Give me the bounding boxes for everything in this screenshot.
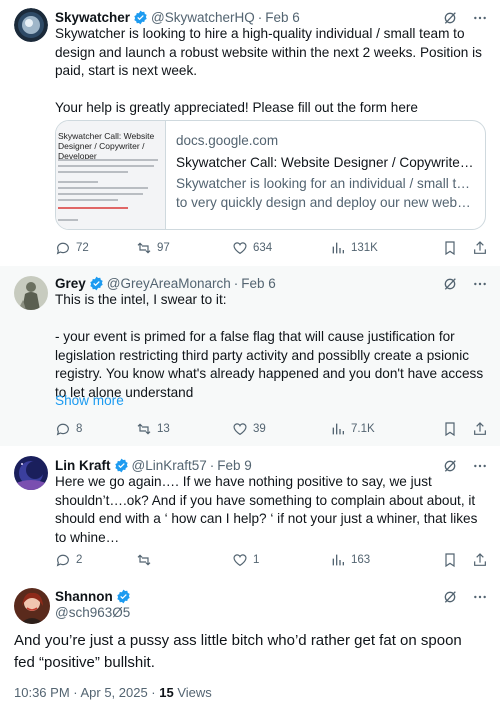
views-icon — [332, 242, 344, 254]
verified-badge-icon — [117, 589, 130, 604]
more-options-icon[interactable] — [472, 458, 488, 474]
repost-button[interactable] — [136, 552, 232, 568]
like-button[interactable]: 1 — [232, 552, 330, 568]
reply-count: 72 — [76, 242, 89, 254]
link-card-description: Skywatcher is looking for an individual … — [176, 176, 476, 210]
link-card-thumbnail: Skywatcher Call: Website Designer / Copy… — [56, 121, 166, 229]
views-count: 7.1K — [351, 423, 375, 435]
timestamp[interactable]: 10:36 PM · Apr 5, 2025 · — [14, 685, 159, 700]
date[interactable]: Feb 6 — [241, 276, 276, 291]
bookmark-icon[interactable] — [442, 240, 458, 256]
reply-icon — [56, 242, 69, 255]
heart-icon — [233, 554, 247, 567]
handle[interactable]: @sch963Ø5 — [55, 605, 130, 620]
display-name[interactable]: Skywatcher — [55, 10, 130, 25]
avatar[interactable] — [14, 8, 48, 42]
tweet-text: This is the intel, I swear to it: - your… — [55, 292, 484, 400]
reply-count: 8 — [76, 423, 83, 435]
thumbnail-title: Skywatcher Call: Website Designer / Copy… — [58, 131, 155, 161]
grok-icon[interactable] — [442, 10, 458, 26]
grok-icon[interactable] — [442, 589, 458, 605]
repost-icon — [137, 554, 151, 566]
repost-count: 13 — [157, 423, 170, 435]
reply-button[interactable]: 2 — [55, 552, 130, 568]
views-button[interactable]: 7.1K — [330, 421, 428, 437]
share-icon[interactable] — [472, 240, 488, 256]
repost-button[interactable]: 13 — [136, 421, 232, 437]
bookmark-icon[interactable] — [442, 552, 458, 568]
views-count: 131K — [351, 242, 378, 254]
share-icon[interactable] — [472, 421, 488, 437]
views-button[interactable]: 163 — [330, 552, 428, 568]
like-button[interactable]: 634 — [232, 240, 330, 256]
display-name[interactable]: Lin Kraft — [55, 458, 111, 473]
heart-icon — [233, 242, 247, 255]
handle[interactable]: @LinKraft57 — [132, 458, 207, 473]
tweet-text: Here we go again…. If we have nothing po… — [55, 474, 482, 545]
link-card-title: Skywatcher Call: Website Designer / Copy… — [176, 155, 476, 170]
more-options-icon[interactable] — [472, 10, 488, 26]
heart-icon — [233, 423, 247, 436]
repost-icon — [137, 242, 151, 254]
date[interactable]: Feb 9 — [217, 458, 252, 473]
views-button[interactable]: 131K — [330, 240, 428, 256]
more-options-icon[interactable] — [472, 276, 488, 292]
bookmark-icon[interactable] — [442, 421, 458, 437]
views-count: 163 — [351, 554, 371, 566]
display-name[interactable]: Shannon — [55, 589, 113, 604]
more-options-icon[interactable] — [472, 589, 488, 605]
like-count: 39 — [253, 423, 266, 435]
main-tweet-text: And you’re just a pussy ass little bitch… — [14, 632, 462, 671]
link-card-domain: docs.google.com — [176, 133, 279, 148]
views-count: 15 — [159, 685, 174, 700]
handle[interactable]: @GreyAreaMonarch — [107, 276, 231, 291]
repost-count: 97 — [157, 242, 170, 254]
main-tweet: Shannon @sch963Ø5 And you’re just a puss… — [0, 580, 500, 705]
reply-button[interactable]: 72 — [55, 240, 130, 256]
like-count: 634 — [253, 242, 273, 254]
avatar[interactable] — [14, 456, 48, 490]
views-icon — [332, 423, 344, 435]
tweet-text: Skywatcher is looking to hire a high-qua… — [55, 26, 482, 116]
reply-icon — [56, 423, 69, 436]
avatar[interactable] — [14, 588, 50, 624]
reply-button[interactable]: 8 — [55, 421, 130, 437]
repost-icon — [137, 423, 151, 435]
views-label: Views — [173, 685, 212, 700]
verified-badge-icon — [114, 458, 128, 473]
reply-count: 2 — [76, 554, 83, 566]
like-count: 1 — [253, 554, 260, 566]
like-button[interactable]: 39 — [232, 421, 330, 437]
avatar[interactable] — [14, 276, 48, 310]
separator-dot: · — [233, 276, 239, 291]
views-icon — [332, 554, 344, 566]
timestamp-views[interactable]: 10:36 PM · Apr 5, 2025 · 15 Views — [14, 685, 212, 700]
link-card[interactable]: Skywatcher Call: Website Designer / Copy… — [55, 120, 486, 230]
repost-button[interactable]: 97 — [136, 240, 232, 256]
show-more-link[interactable]: Show more — [55, 393, 124, 408]
tweet-lin-kraft[interactable]: Lin Kraft @LinKraft57 · Feb 9 Here we go… — [0, 448, 500, 578]
share-icon[interactable] — [472, 552, 488, 568]
grok-icon[interactable] — [442, 458, 458, 474]
display-name[interactable]: Grey — [55, 276, 86, 291]
tweet-skywatcher[interactable]: Skywatcher @SkywatcherHQ · Feb 6 Skywatc… — [0, 0, 500, 256]
verified-badge-icon — [134, 10, 147, 25]
separator-dot: · — [257, 10, 263, 25]
separator-dot: · — [209, 458, 215, 473]
date[interactable]: Feb 6 — [265, 10, 300, 25]
handle[interactable]: @SkywatcherHQ — [151, 10, 255, 25]
grok-icon[interactable] — [442, 276, 458, 292]
tweet-grey[interactable]: Grey @GreyAreaMonarch · Feb 6 This is th… — [0, 266, 500, 446]
verified-badge-icon — [90, 276, 103, 291]
reply-icon — [56, 554, 69, 567]
